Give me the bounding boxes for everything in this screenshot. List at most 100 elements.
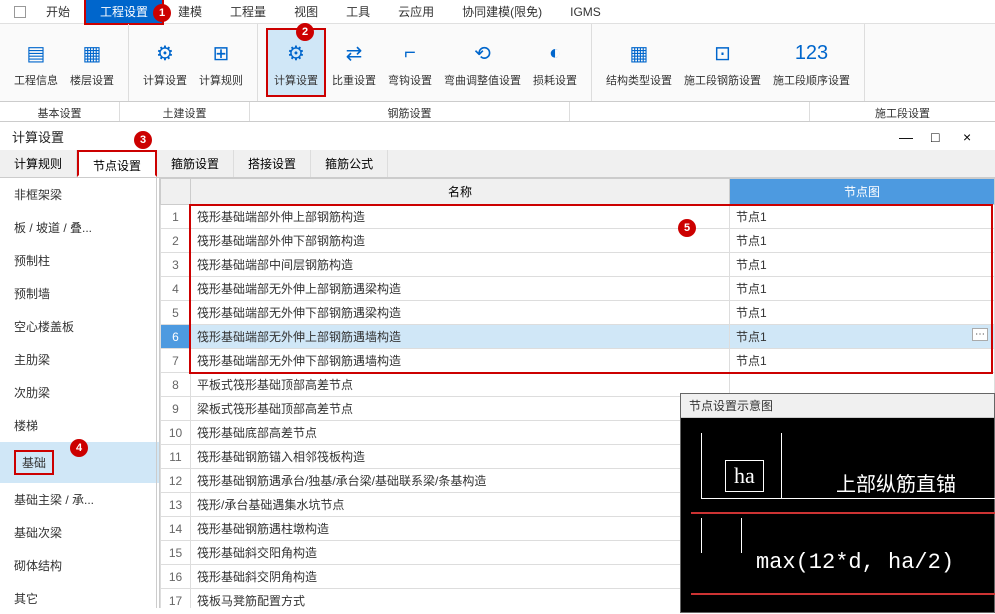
menu-item[interactable]: 建模: [164, 0, 216, 23]
ribbon-button[interactable]: ▤ 工程信息: [8, 28, 64, 97]
ribbon-label: 计算设置: [143, 72, 187, 88]
table-row[interactable]: 1筏形基础端部外伸上部钢筋构造节点1: [161, 205, 995, 229]
row-num: 16: [161, 565, 191, 589]
sidebar-item[interactable]: 其它: [0, 582, 159, 608]
diagram-line: [781, 433, 782, 498]
sidebar-item[interactable]: 基础次梁: [0, 516, 159, 549]
menu-item[interactable]: 视图: [280, 0, 332, 23]
ribbon-label: 弯钩设置: [388, 72, 432, 88]
row-name[interactable]: 筏形基础钢筋锚入相邻筏板构造: [191, 445, 730, 469]
sidebar-item[interactable]: 基础主梁 / 承...: [0, 483, 159, 516]
menu-item[interactable]: 协同建模(限免): [448, 0, 556, 23]
row-name[interactable]: 筏形基础端部无外伸上部钢筋遇墙构造: [191, 325, 730, 349]
table-row[interactable]: 2筏形基础端部外伸下部钢筋构造节点1: [161, 229, 995, 253]
row-name[interactable]: 筏形/承台基础遇集水坑节点: [191, 493, 730, 517]
ribbon-button[interactable]: ⟲弯曲调整值设置: [438, 28, 527, 97]
row-name[interactable]: 筏形基础斜交阳角构造: [191, 541, 730, 565]
table-row[interactable]: 3筏形基础端部中间层钢筋构造节点1: [161, 253, 995, 277]
ribbon-icon: ▤: [20, 38, 52, 70]
row-num: 1: [161, 205, 191, 229]
close-icon[interactable]: ×: [963, 129, 977, 143]
row-name[interactable]: 筏形基础端部无外伸下部钢筋遇梁构造: [191, 301, 730, 325]
ribbon-icon: ⚙: [280, 38, 312, 70]
th-name[interactable]: 名称: [191, 179, 730, 205]
tab[interactable]: 箍筋公式: [311, 150, 388, 177]
ribbon-button[interactable]: ⇄比重设置: [326, 28, 382, 97]
sidebar-item[interactable]: 砌体结构: [0, 549, 159, 582]
table-row[interactable]: 6筏形基础端部无外伸上部钢筋遇墙构造节点1⋯: [161, 325, 995, 349]
panel-title: 计算设置: [12, 127, 64, 146]
row-name[interactable]: 筏形基础端部无外伸下部钢筋遇墙构造: [191, 349, 730, 373]
th-num: [161, 179, 191, 205]
preview-canvas: ha 上部纵筋直锚 max(12*d, ha/2): [681, 418, 994, 614]
sidebar-item[interactable]: 预制墙: [0, 277, 159, 310]
sidebar-item[interactable]: 预制柱: [0, 244, 159, 277]
menu-item[interactable]: 云应用: [384, 0, 448, 23]
menu-item[interactable]: IGMS: [556, 2, 615, 22]
th-node[interactable]: 节点图: [730, 179, 995, 205]
sidebar-item[interactable]: 板 / 坡道 / 叠...: [0, 211, 159, 244]
ribbon-button[interactable]: ⚙计算设置: [137, 28, 193, 97]
row-num: 13: [161, 493, 191, 517]
table-row[interactable]: 7筏形基础端部无外伸下部钢筋遇墙构造节点1: [161, 349, 995, 373]
tab[interactable]: 箍筋设置: [157, 150, 234, 177]
menu-item[interactable]: 工程量: [216, 0, 280, 23]
row-node[interactable]: 节点1: [730, 229, 995, 253]
row-name[interactable]: 筏形基础端部外伸上部钢筋构造: [191, 205, 730, 229]
row-num: 9: [161, 397, 191, 421]
sidebar-item[interactable]: 空心楼盖板: [0, 310, 159, 343]
sidebar-item[interactable]: 非框架梁: [0, 178, 159, 211]
sidebar-item[interactable]: 楼梯: [0, 409, 159, 442]
row-node[interactable]: 节点1: [730, 205, 995, 229]
row-num: 7: [161, 349, 191, 373]
ribbon-label: 损耗设置: [533, 72, 577, 88]
ellipsis-button[interactable]: ⋯: [972, 328, 988, 341]
ribbon-icon: ⊡: [707, 38, 739, 70]
ribbon-button[interactable]: ⌐ 弯钩设置: [382, 28, 438, 97]
ribbon-icon: ◐: [539, 38, 571, 70]
ribbon-button[interactable]: 123施工段顺序设置: [767, 28, 856, 97]
ribbon-button[interactable]: ▦楼层设置: [64, 28, 120, 97]
menu-item[interactable]: 开始: [32, 0, 84, 23]
row-name[interactable]: 筏形基础斜交阴角构造: [191, 565, 730, 589]
ribbon: ▤工程信息▦楼层设置⚙计算设置⊞计算规则⚙计算设置⇄比重设置⌐弯钩设置⟲弯曲调整…: [0, 24, 995, 102]
row-node[interactable]: 节点1: [730, 349, 995, 373]
row-num: 2: [161, 229, 191, 253]
row-num: 12: [161, 469, 191, 493]
ribbon-label: 工程信息: [14, 72, 58, 88]
ribbon-button[interactable]: ⚙计算设置: [266, 28, 326, 97]
row-node[interactable]: 节点1⋯: [730, 325, 995, 349]
sidebar-item[interactable]: 主肋梁: [0, 343, 159, 376]
row-name[interactable]: 梁板式筏形基础顶部高差节点: [191, 397, 730, 421]
ribbon-icon: 123: [796, 38, 828, 70]
minimize-icon[interactable]: —: [899, 129, 913, 143]
table-row[interactable]: 4筏形基础端部无外伸上部钢筋遇梁构造节点1: [161, 277, 995, 301]
ribbon-button[interactable]: ⊡施工段钢筋设置: [678, 28, 767, 97]
ribbon-icon: ⌐: [394, 38, 426, 70]
tab[interactable]: 搭接设置: [234, 150, 311, 177]
row-node[interactable]: 节点1: [730, 277, 995, 301]
row-num: 5: [161, 301, 191, 325]
table-row[interactable]: 5筏形基础端部无外伸下部钢筋遇梁构造节点1: [161, 301, 995, 325]
row-name[interactable]: 筏形基础底部高差节点: [191, 421, 730, 445]
ribbon-button[interactable]: ◐ 损耗设置: [527, 28, 583, 97]
ribbon-button[interactable]: ⊞计算规则: [193, 28, 249, 97]
tab[interactable]: 节点设置: [77, 150, 157, 177]
diagram-red-line: [691, 593, 995, 595]
maximize-icon[interactable]: □: [931, 129, 945, 143]
sidebar-item[interactable]: 次肋梁: [0, 376, 159, 409]
row-name[interactable]: 筏形基础端部中间层钢筋构造: [191, 253, 730, 277]
row-node[interactable]: 节点1: [730, 253, 995, 277]
row-name[interactable]: 筏板马凳筋配置方式: [191, 589, 730, 609]
row-name[interactable]: 筏形基础端部无外伸上部钢筋遇梁构造: [191, 277, 730, 301]
ribbon-button[interactable]: ▦结构类型设置: [600, 28, 678, 97]
row-name[interactable]: 筏形基础钢筋遇柱墩构造: [191, 517, 730, 541]
badge-2: 2: [296, 23, 314, 41]
row-node[interactable]: 节点1: [730, 301, 995, 325]
row-name[interactable]: 平板式筏形基础顶部高差节点: [191, 373, 730, 397]
tab[interactable]: 计算规则: [0, 150, 77, 177]
ribbon-group: ▤ 工程信息 ▦楼层设置: [0, 24, 129, 101]
row-name[interactable]: 筏形基础钢筋遇承台/独基/承台梁/基础联系梁/条基构造: [191, 469, 730, 493]
menu-item[interactable]: 工具: [332, 0, 384, 23]
row-name[interactable]: 筏形基础端部外伸下部钢筋构造: [191, 229, 730, 253]
